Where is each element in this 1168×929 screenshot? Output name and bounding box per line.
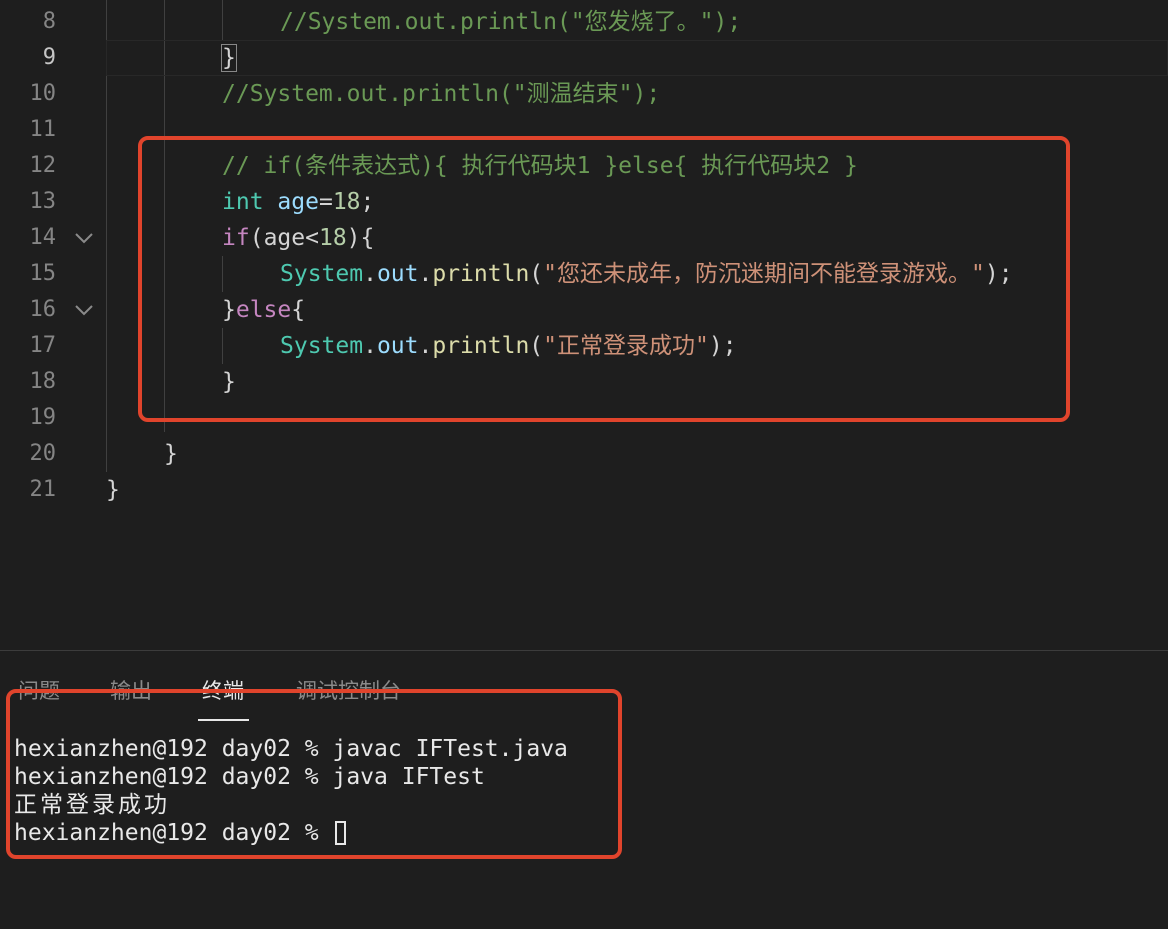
current-line-highlight xyxy=(106,40,1168,76)
code-line[interactable]: 21 } xyxy=(0,472,1168,508)
line-number: 9 xyxy=(42,45,56,70)
close-paren: ); xyxy=(984,261,1013,287)
opening-brace: { xyxy=(291,297,306,323)
close-paren-brace: ){ xyxy=(346,225,375,251)
else-keyword: else xyxy=(235,297,292,323)
code-line[interactable]: 17 System.out.println("正常登录成功"); xyxy=(0,328,1168,364)
variable-name: age xyxy=(263,225,306,251)
active-tab-indicator xyxy=(198,719,249,721)
code-line[interactable]: 19 xyxy=(0,400,1168,436)
line-number: 8 xyxy=(42,9,56,34)
code-line[interactable]: 16 }else{ xyxy=(0,292,1168,328)
line-number: 14 xyxy=(29,225,57,250)
close-paren: ); xyxy=(708,333,737,359)
terminal-prompt-line[interactable]: hexianzhen@192 day02 % xyxy=(14,819,346,847)
code-comment: // if(条件表达式){ 执行代码块1 }else{ 执行代码块2 } xyxy=(222,153,858,179)
tab-terminal[interactable]: 终端 xyxy=(202,673,244,709)
line-number: 16 xyxy=(29,297,57,322)
dot: . xyxy=(363,333,377,359)
method-name: println xyxy=(432,261,530,287)
class-name: System xyxy=(280,261,364,287)
line-number: 17 xyxy=(29,333,57,358)
open-paren: ( xyxy=(249,225,264,251)
class-name: System xyxy=(280,333,364,359)
line-number: 20 xyxy=(29,441,57,466)
number-literal: 18 xyxy=(332,189,361,215)
operator: < xyxy=(305,225,319,251)
bottom-panel: 问题 输出 终端 调试控制台 hexianzhen@192 day02 % ja… xyxy=(0,650,1168,929)
tab-problems[interactable]: 问题 xyxy=(18,673,60,709)
code-line[interactable]: 14 if(age<18){ xyxy=(0,220,1168,256)
code-line[interactable]: 10 //System.out.println("测温结束"); xyxy=(0,76,1168,112)
operator: = xyxy=(318,189,333,215)
closing-brace: } xyxy=(106,477,120,503)
code-line[interactable]: 18 } xyxy=(0,364,1168,400)
closing-brace: } xyxy=(222,297,236,323)
open-paren: ( xyxy=(529,333,544,359)
chevron-down-icon[interactable] xyxy=(72,301,96,319)
method-name: println xyxy=(432,333,530,359)
string-literal: "正常登录成功" xyxy=(543,333,709,359)
field-name: out xyxy=(376,261,419,287)
code-comment: //System.out.println("您发烧了。"); xyxy=(280,9,742,35)
terminal-cursor xyxy=(334,821,346,845)
closing-brace: } xyxy=(164,441,178,467)
dot: . xyxy=(418,333,433,359)
line-number: 10 xyxy=(29,81,57,106)
tab-debug-console[interactable]: 调试控制台 xyxy=(296,673,401,709)
code-line[interactable]: 8 //System.out.println("您发烧了。"); xyxy=(0,4,1168,40)
code-line[interactable]: 20 } xyxy=(0,436,1168,472)
line-number: 21 xyxy=(29,477,57,502)
variable-name: age xyxy=(277,189,319,215)
if-keyword: if xyxy=(222,225,250,251)
closing-brace: } xyxy=(222,369,236,395)
closing-brace: } xyxy=(221,44,237,72)
string-literal: "您还未成年，防沉迷期间不能登录游戏。" xyxy=(543,261,985,287)
line-number: 18 xyxy=(29,369,57,394)
terminal-prompt: hexianzhen@192 day02 % xyxy=(14,820,333,846)
line-number: 11 xyxy=(29,117,57,142)
terminal-line: 正常登录成功 xyxy=(14,792,170,818)
code-line[interactable]: 11 xyxy=(0,112,1168,148)
line-number: 13 xyxy=(29,189,57,214)
chevron-down-icon[interactable] xyxy=(72,229,96,247)
type-keyword: int xyxy=(222,189,264,215)
tab-output[interactable]: 输出 xyxy=(110,673,152,709)
code-line-current[interactable]: 9 } xyxy=(0,40,1168,76)
code-editor[interactable]: 8 //System.out.println("您发烧了。"); 9 } 10 … xyxy=(0,0,1168,650)
open-paren: ( xyxy=(529,261,544,287)
terminal-line: hexianzhen@192 day02 % javac IFTest.java xyxy=(14,736,568,762)
line-number: 15 xyxy=(29,261,57,286)
number-literal: 18 xyxy=(318,225,347,251)
field-name: out xyxy=(376,333,419,359)
code-line[interactable]: 13 int age=18; xyxy=(0,184,1168,220)
code-comment: //System.out.println("测温结束"); xyxy=(222,81,661,107)
line-number: 12 xyxy=(29,153,57,178)
semicolon: ; xyxy=(360,189,375,215)
line-number: 19 xyxy=(29,405,57,430)
dot: . xyxy=(418,261,433,287)
code-line[interactable]: 15 System.out.println("您还未成年，防沉迷期间不能登录游戏… xyxy=(0,256,1168,292)
dot: . xyxy=(363,261,377,287)
terminal-line: hexianzhen@192 day02 % java IFTest xyxy=(14,764,485,790)
code-line[interactable]: 12 // if(条件表达式){ 执行代码块1 }else{ 执行代码块2 } xyxy=(0,148,1168,184)
